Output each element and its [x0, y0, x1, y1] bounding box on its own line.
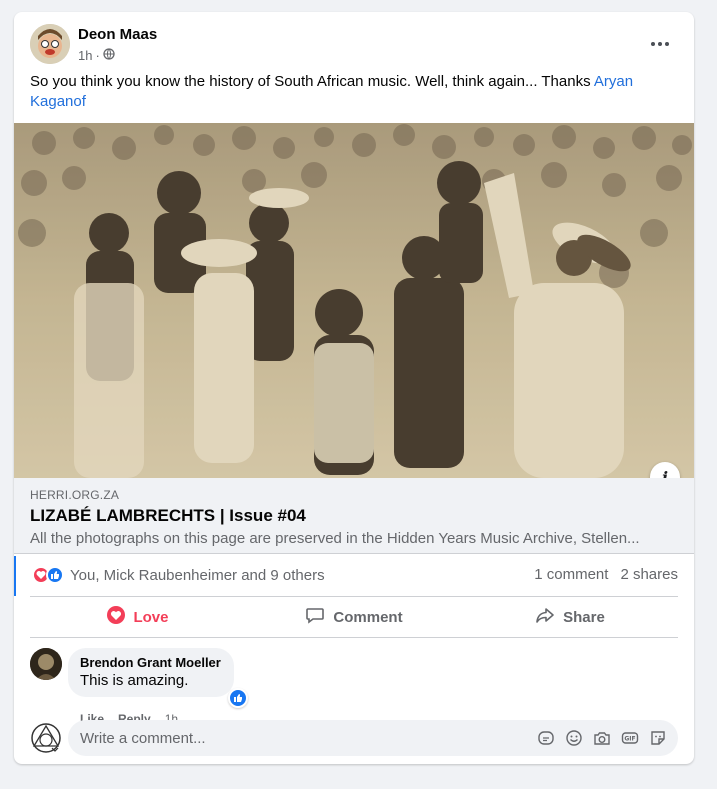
- meta-separator: ·: [95, 48, 100, 63]
- share-arrow-icon: [535, 605, 555, 629]
- post-time[interactable]: 1h: [78, 48, 92, 63]
- link-description: All the photographs on this page are pre…: [30, 530, 640, 547]
- comment-count[interactable]: 1 comment: [534, 566, 608, 583]
- comment-bubble-icon: [305, 605, 325, 629]
- post-photo[interactable]: i: [14, 123, 694, 478]
- post-text: So you think you know the history of Sou…: [30, 72, 670, 112]
- comment-text: This is amazing.: [80, 672, 189, 689]
- comment-input[interactable]: Write a comment... GIF: [68, 720, 678, 756]
- emoji-icon[interactable]: [564, 728, 584, 748]
- comment-composer: Write a comment... GIF: [30, 720, 680, 756]
- reaction-stats-bar: You, Mick Raubenheimer and 9 others 1 co…: [14, 556, 694, 596]
- commenter-avatar[interactable]: [30, 648, 62, 680]
- comment-placeholder: Write a comment...: [80, 729, 206, 747]
- link-domain: HERRI.ORG.ZA: [30, 488, 120, 502]
- heart-icon: [107, 606, 126, 628]
- like-reaction-icon: [46, 566, 64, 584]
- share-button[interactable]: Share: [462, 597, 678, 637]
- more-dots-icon[interactable]: [648, 32, 672, 56]
- link-title[interactable]: LIZABÉ LAMBRECHTS | Issue #04: [30, 506, 306, 526]
- thumbs-up-icon[interactable]: [228, 688, 248, 708]
- sticker-icon[interactable]: [648, 728, 668, 748]
- share-count[interactable]: 2 shares: [620, 566, 678, 583]
- love-button[interactable]: Love: [30, 597, 246, 637]
- crowd-photo-image: [14, 123, 694, 478]
- post-header: Deon Maas 1h ·: [30, 24, 680, 66]
- post-card: Deon Maas 1h · So you think you know the…: [14, 12, 694, 764]
- action-bar: Love Comment Share: [30, 596, 678, 638]
- author-name[interactable]: Deon Maas: [78, 26, 157, 43]
- share-label: Share: [563, 608, 605, 626]
- avatar-sticker-icon[interactable]: [536, 728, 556, 748]
- page-avatar-icon[interactable]: [30, 722, 62, 754]
- camera-icon[interactable]: [592, 728, 612, 748]
- link-preview[interactable]: HERRI.ORG.ZA LIZABÉ LAMBRECHTS | Issue #…: [14, 478, 694, 554]
- comment-button[interactable]: Comment: [246, 597, 462, 637]
- composer-tools: GIF: [536, 728, 668, 748]
- reaction-names: You, Mick Raubenheimer and 9 others: [70, 566, 325, 584]
- author-avatar[interactable]: [30, 24, 70, 64]
- post-meta: 1h ·: [78, 48, 115, 63]
- love-label: Love: [133, 608, 169, 626]
- comment-item: Brendon Grant Moeller This is amazing. L…: [30, 648, 680, 726]
- comment-bubble: Brendon Grant Moeller This is amazing.: [68, 648, 234, 697]
- reaction-summary[interactable]: You, Mick Raubenheimer and 9 others: [32, 566, 325, 584]
- globe-icon: [103, 48, 115, 63]
- comment-label: Comment: [333, 608, 403, 626]
- engagement-counts: 1 comment 2 shares: [534, 566, 678, 583]
- post-body: So you think you know the history of Sou…: [30, 73, 594, 90]
- commenter-name[interactable]: Brendon Grant Moeller: [80, 655, 222, 670]
- svg-text:GIF: GIF: [624, 736, 635, 743]
- gif-icon[interactable]: GIF: [620, 728, 640, 748]
